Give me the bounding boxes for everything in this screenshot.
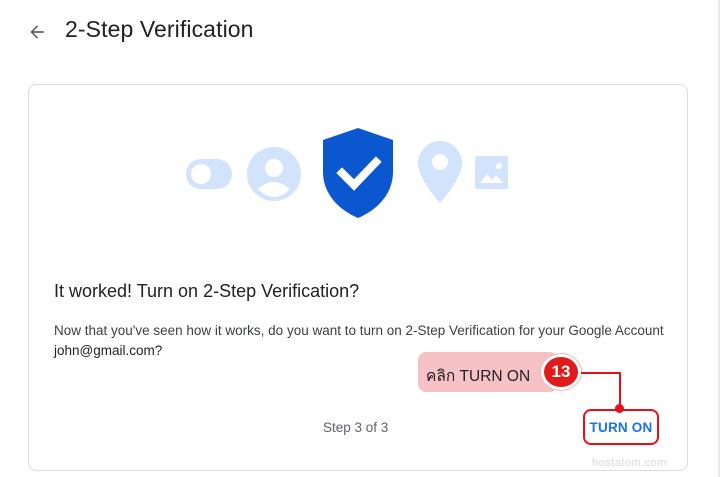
arrow-left-icon — [30, 25, 44, 39]
page-title: 2-Step Verification — [65, 16, 254, 42]
illustration — [29, 85, 689, 235]
annotation-connector-vertical — [619, 372, 621, 408]
location-pin-icon — [418, 141, 462, 203]
image-icon — [475, 156, 508, 189]
account-icon — [247, 147, 301, 201]
card-heading: It worked! Turn on 2-Step Verification? — [54, 281, 360, 301]
annotation-connector-dot — [615, 404, 624, 413]
annotation-connector — [581, 372, 621, 374]
verification-card: It worked! Turn on 2-Step Verification? … — [28, 84, 688, 471]
page: 2-Step Verification It worked! Turn on 2… — [0, 0, 720, 477]
annotation-callout: คลิก TURN ON — [418, 352, 558, 392]
step-number-badge: 13 — [541, 354, 581, 390]
account-email: john@gmail.com? — [54, 343, 163, 358]
card-description: Now that you've seen how it works, do yo… — [54, 321, 664, 361]
shield-check-icon — [323, 128, 393, 218]
step-indicator: Step 3 of 3 — [323, 420, 389, 435]
turn-on-button[interactable]: TURN ON — [583, 409, 659, 445]
watermark: hostatom.com — [592, 457, 668, 469]
description-text: Now that you've seen how it works, do yo… — [54, 323, 664, 338]
back-button[interactable] — [22, 17, 52, 47]
page-header: 2-Step Verification — [0, 0, 720, 64]
callout-text: คลิก TURN ON — [426, 368, 531, 385]
toggle-icon — [186, 159, 232, 189]
